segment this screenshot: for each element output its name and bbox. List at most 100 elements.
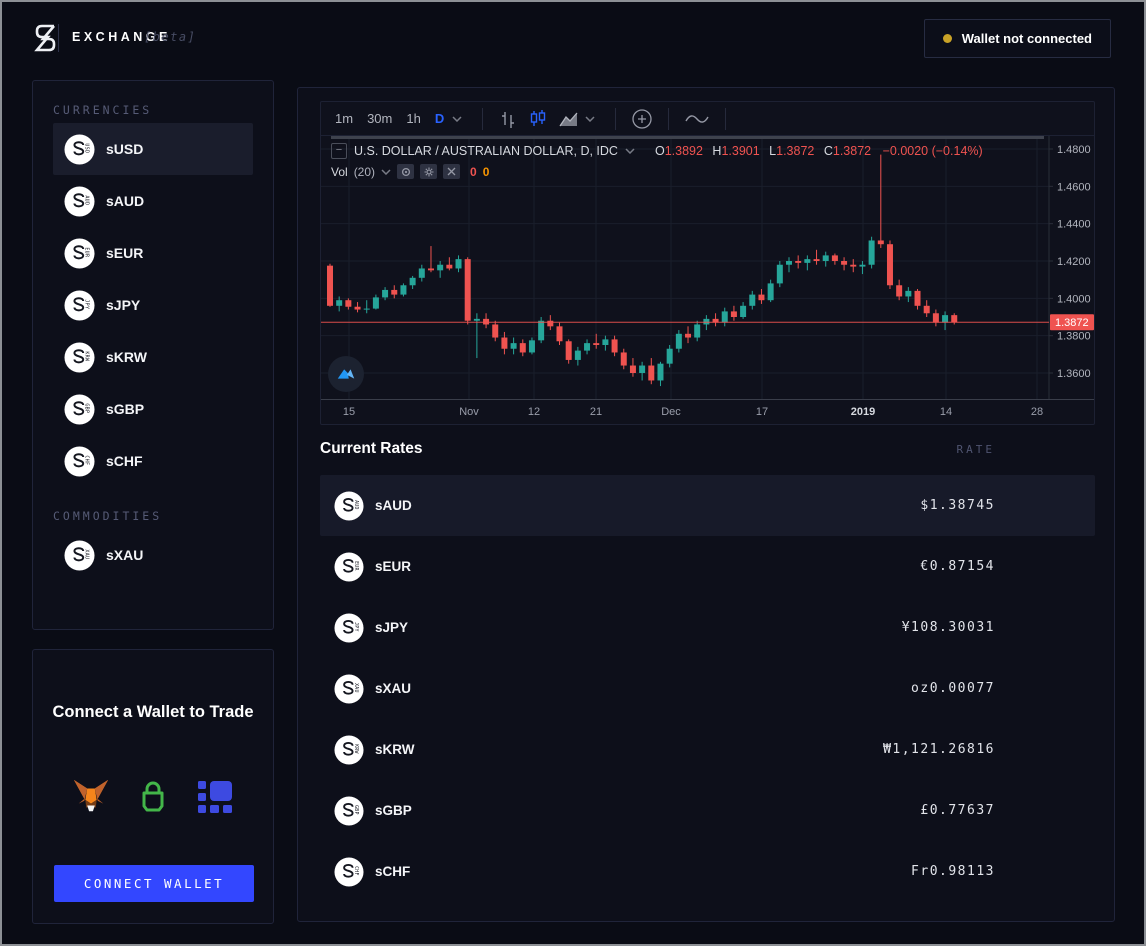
candle-body [483, 319, 489, 325]
wallet-status-badge[interactable]: Wallet not connected [924, 19, 1111, 58]
rate-value: Fr0.98113 [911, 864, 995, 879]
sidebar-item-sjpy[interactable]: JPYsJPY [53, 279, 253, 331]
rates-row-sjpy[interactable]: JPYsJPY¥108.30031 [320, 597, 1095, 658]
volume-indicator-row: Vol (20) 0 0 [331, 164, 489, 179]
time-tick-label: Nov [459, 406, 479, 418]
rate-column-header: RATE [957, 443, 996, 456]
candle-body [538, 321, 544, 341]
candle-body [933, 313, 939, 322]
synth-coin-icon: USD [64, 134, 95, 165]
symbol-chevron-down-icon[interactable] [625, 148, 635, 154]
candle-body [832, 255, 838, 261]
candle-body [501, 338, 507, 349]
sidebar-item-schf[interactable]: CHFsCHF [53, 435, 253, 487]
interval-1m-button[interactable]: 1m [335, 111, 353, 126]
tradingview-watermark[interactable] [328, 356, 364, 392]
candle-body [850, 265, 856, 267]
volume-close-icon[interactable] [443, 164, 460, 179]
bars-style-icon[interactable] [498, 109, 518, 129]
rate-currency-label: sAUD [375, 498, 412, 513]
sidebar-item-saud[interactable]: AUDsAUD [53, 175, 253, 227]
synth-coin-icon: XAU [64, 540, 95, 571]
style-chevron-down-icon[interactable] [585, 116, 595, 122]
candle-body [547, 321, 553, 327]
candle-body [492, 324, 498, 337]
volume-period: (20) [354, 165, 375, 179]
rates-row-skrw[interactable]: KRWsKRW₩1,121.26816 [320, 719, 1095, 780]
toolbar-divider [668, 108, 669, 130]
time-tick-label: 14 [940, 406, 952, 418]
rate-currency-label: sGBP [375, 803, 412, 818]
candle-body [814, 259, 820, 261]
sidebar-item-sgbp[interactable]: GBPsGBP [53, 383, 253, 435]
indicators-wave-icon[interactable] [684, 112, 710, 126]
rate-value: oz0.00077 [911, 681, 995, 696]
sidebar-item-label: sXAU [106, 547, 143, 563]
status-dot-icon [943, 34, 952, 43]
candle-body [768, 283, 774, 300]
sidebar-item-susd[interactable]: USDsUSD [53, 123, 253, 175]
sidebar-item-sxau[interactable]: XAU sXAU [53, 529, 253, 581]
volume-chevron-down-icon[interactable] [381, 169, 391, 175]
candle-body [777, 265, 783, 284]
candle-body [511, 343, 517, 349]
currency-list: USDsUSDAUDsAUDEURsEURJPYsJPYKRWsKRWGBPsG… [33, 123, 273, 487]
rates-row-schf[interactable]: CHFsCHFFr0.98113 [320, 841, 1095, 902]
svg-text:XAU: XAU [84, 549, 90, 559]
candle-body [758, 295, 764, 301]
volume-eye-icon[interactable] [397, 164, 414, 179]
collapse-legend-icon[interactable]: − [331, 143, 347, 159]
chart-time-axis[interactable]: 15Nov1221Dec1720191428 [321, 399, 1094, 426]
candle-body [740, 306, 746, 317]
exchange-app: EXCHANGE [beta] Wallet not connected CUR… [0, 0, 1146, 946]
metamask-icon[interactable] [72, 778, 110, 816]
candle-body [602, 339, 608, 345]
pane-separator [331, 136, 1044, 139]
candle-body [621, 352, 627, 365]
svg-text:USD: USD [84, 143, 90, 153]
lock-icon[interactable] [134, 778, 172, 816]
rate-currency-label: sXAU [375, 681, 411, 696]
candles-style-icon[interactable] [528, 109, 548, 129]
time-tick-label: Dec [661, 406, 681, 418]
ledger-icon[interactable] [196, 778, 234, 816]
candle-body [915, 291, 921, 306]
toolbar-divider [615, 108, 616, 130]
candle-body [878, 240, 884, 244]
interval-1h-button[interactable]: 1h [406, 111, 420, 126]
sidebar-item-label: sGBP [106, 401, 144, 417]
time-tick-label: 2019 [851, 406, 875, 418]
rates-row-seur[interactable]: EURsEUR€0.87154 [320, 536, 1095, 597]
candle-body [557, 326, 563, 341]
interval-30m-button[interactable]: 30m [367, 111, 392, 126]
synthetix-logo[interactable] [29, 20, 61, 56]
candle-body [520, 343, 526, 352]
synth-coin-icon: XAU [334, 674, 364, 704]
rates-row-sgbp[interactable]: GBPsGBP£0.77637 [320, 780, 1095, 841]
price-tick-label: 1.4800 [1057, 144, 1091, 156]
area-style-icon[interactable] [558, 109, 580, 129]
price-tick-label: 1.4400 [1057, 219, 1091, 231]
volume-settings-gear-icon[interactable] [420, 164, 437, 179]
candle-body [896, 285, 902, 296]
sidebar-item-skrw[interactable]: KRWsKRW [53, 331, 253, 383]
rates-row-saud[interactable]: AUDsAUD$1.38745 [320, 475, 1095, 536]
change-value: −0.0020 (−0.14%) [883, 144, 983, 158]
chart-plot-area[interactable]: 1.48001.46001.44001.42001.40001.38001.36… [321, 136, 1094, 399]
candle-body [529, 340, 535, 352]
compare-plus-icon[interactable] [631, 108, 653, 130]
candle-body [749, 295, 755, 306]
chart-symbol-title[interactable]: U.S. DOLLAR / AUSTRALIAN DOLLAR, D, IDC [354, 144, 618, 158]
rates-row-sxau[interactable]: XAU sXAU oz0.00077 [320, 658, 1095, 719]
candle-body [612, 339, 618, 352]
sidebar-item-seur[interactable]: EURsEUR [53, 227, 253, 279]
rate-value: ₩1,121.26816 [883, 742, 995, 757]
sidebar-item-label: sCHF [106, 453, 143, 469]
svg-text:CHF: CHF [353, 866, 359, 876]
connect-wallet-button[interactable]: CONNECT WALLET [54, 865, 254, 902]
price-tick-label: 1.4200 [1057, 256, 1091, 268]
price-tick-label: 1.3600 [1057, 368, 1091, 380]
interval-d-button[interactable]: D [435, 111, 444, 126]
candle-body [410, 278, 416, 285]
interval-chevron-down-icon[interactable] [452, 116, 462, 122]
